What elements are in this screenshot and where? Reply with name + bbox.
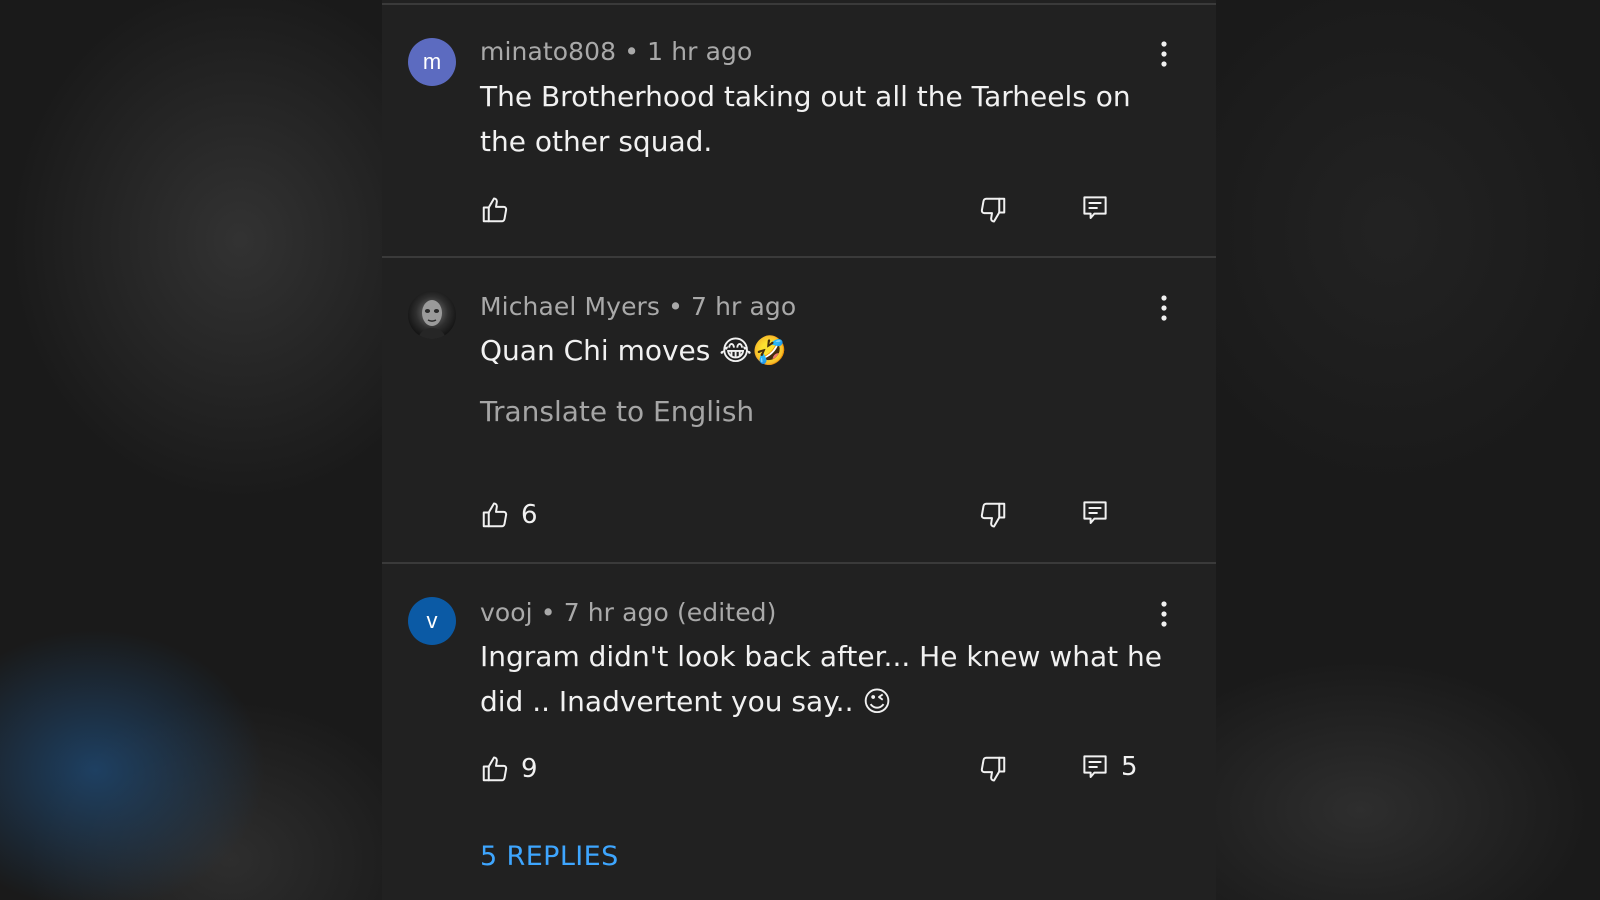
translate-link[interactable]: Translate to English: [480, 395, 754, 428]
meta-separator: •: [624, 37, 640, 66]
comment-time: 7 hr ago (edited): [563, 598, 777, 627]
avatar-photo-icon: [418, 300, 446, 339]
comment-meta: Michael Myers • 7 hr ago: [480, 292, 796, 321]
author-name[interactable]: Michael Myers: [480, 292, 660, 321]
thumbs-up-icon: [482, 756, 508, 782]
avatar-letter: m: [422, 49, 442, 74]
avatar[interactable]: m: [408, 38, 456, 86]
comment-item: v vooj • 7 hr ago (edited) Ingram didn't…: [382, 562, 1216, 900]
more-vert-icon: [1161, 295, 1167, 321]
like-count: 6: [521, 500, 538, 530]
avatar-letter: v: [426, 608, 438, 633]
reply-button[interactable]: [1080, 497, 1121, 529]
reply-count: 5: [1121, 752, 1138, 782]
avatar[interactable]: [408, 291, 456, 339]
more-vert-icon: [1161, 41, 1167, 67]
comment-text: Quan Chi moves 😂🤣: [480, 334, 787, 367]
comment-time: 1 hr ago: [647, 37, 753, 66]
meta-separator: •: [540, 598, 556, 627]
thumbs-up-icon: [482, 502, 508, 528]
thumbs-down-icon: [980, 756, 1006, 782]
like-count: 9: [521, 754, 538, 784]
comment-text: Ingram didn't look back after... He knew…: [480, 640, 1162, 718]
more-options-button[interactable]: [1154, 293, 1174, 323]
like-button[interactable]: 6: [480, 499, 538, 531]
comment-meta: vooj • 7 hr ago (edited): [480, 598, 777, 627]
author-name[interactable]: minato808: [480, 37, 616, 66]
comment-icon: [1083, 501, 1107, 524]
dislike-button[interactable]: [978, 194, 1008, 226]
comment-icon: [1083, 196, 1107, 219]
comment-item: Michael Myers • 7 hr ago Quan Chi moves …: [382, 256, 1216, 564]
comment-meta: minato808 • 1 hr ago: [480, 37, 752, 66]
comments-panel: m minato808 • 1 hr ago The Brotherhood t…: [382, 0, 1216, 900]
comment-item: m minato808 • 1 hr ago The Brotherhood t…: [382, 0, 1216, 258]
thumbs-down-icon: [980, 502, 1006, 528]
comment-text: The Brotherhood taking out all the Tarhe…: [480, 80, 1131, 158]
like-button[interactable]: [480, 194, 521, 226]
more-options-button[interactable]: [1154, 39, 1174, 69]
meta-separator: •: [668, 292, 683, 321]
thumbs-down-icon: [980, 197, 1006, 223]
dislike-button[interactable]: [978, 753, 1008, 785]
reply-button[interactable]: [1080, 192, 1121, 224]
comment-icon: [1083, 755, 1107, 778]
more-options-button[interactable]: [1154, 599, 1174, 629]
avatar[interactable]: v: [408, 597, 456, 645]
dislike-button[interactable]: [978, 499, 1008, 531]
author-name[interactable]: vooj: [480, 598, 533, 627]
reply-button[interactable]: 5: [1080, 751, 1138, 783]
comment-time: 7 hr ago: [691, 292, 797, 321]
view-replies-button[interactable]: 5 REPLIES: [480, 841, 619, 872]
more-vert-icon: [1161, 601, 1167, 627]
thumbs-up-icon: [482, 197, 508, 223]
like-button[interactable]: 9: [480, 753, 538, 785]
